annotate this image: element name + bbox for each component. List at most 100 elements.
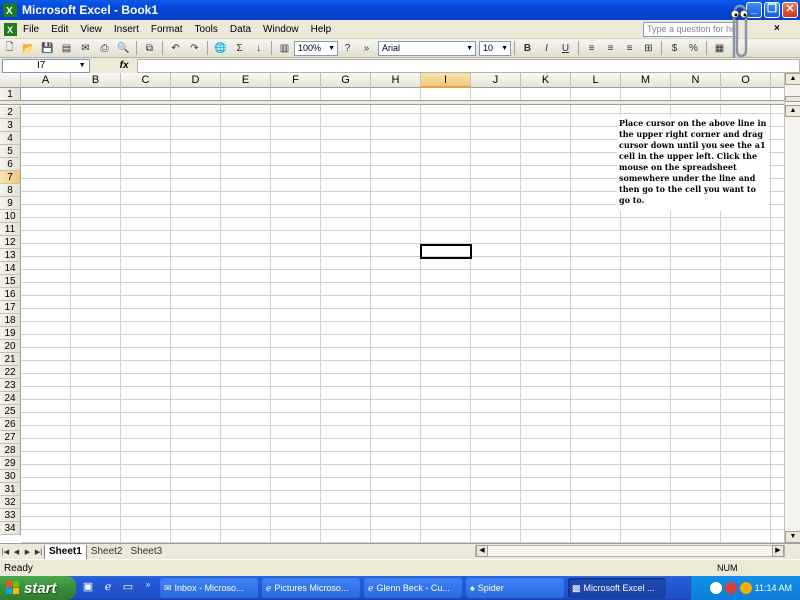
menu-format[interactable]: Format <box>145 24 189 35</box>
row-header[interactable]: 17 <box>0 301 21 314</box>
active-cell-i7[interactable] <box>420 244 472 259</box>
zoom-select[interactable]: 100% ▼ <box>294 40 338 56</box>
sort-ascending-icon[interactable]: ↓ <box>250 40 267 56</box>
row-header[interactable]: 2 <box>0 106 21 119</box>
menu-file[interactable]: File <box>17 24 45 35</box>
row-header[interactable]: 4 <box>0 132 21 145</box>
column-header-b[interactable]: B <box>71 73 121 88</box>
row-header[interactable]: 10 <box>0 210 21 223</box>
column-header-m[interactable]: M <box>621 73 671 88</box>
font-select[interactable]: Arial ▼ <box>378 40 476 56</box>
redo-icon[interactable]: ↷ <box>186 40 203 56</box>
task-pictures[interactable]: ℯ Pictures Microso... <box>262 578 360 598</box>
italic-icon[interactable]: I <box>538 40 555 56</box>
align-left-icon[interactable]: ≡ <box>583 40 600 56</box>
row-header[interactable]: 13 <box>0 249 21 262</box>
row-header[interactable]: 34 <box>0 522 21 535</box>
row-header[interactable]: 24 <box>0 392 21 405</box>
next-sheet-icon[interactable]: ▶ <box>22 548 33 556</box>
row-header[interactable]: 15 <box>0 275 21 288</box>
task-excel[interactable]: ▩ Microsoft Excel ... <box>568 578 666 598</box>
task-spider[interactable]: ♠ Spider <box>466 578 564 598</box>
row-header[interactable]: 14 <box>0 262 21 275</box>
task-inbox[interactable]: ✉ Inbox - Microso... <box>160 578 258 598</box>
workbook-close-icon[interactable]: × <box>774 23 780 34</box>
tray-network-icon[interactable] <box>739 582 752 594</box>
autosum-icon[interactable]: Σ <box>231 40 248 56</box>
scroll-left-icon[interactable]: ◀ <box>476 545 488 557</box>
row-header[interactable]: 16 <box>0 288 21 301</box>
ie-icon[interactable]: ℯ <box>100 580 116 596</box>
scroll-up-icon[interactable]: ▲ <box>785 105 800 117</box>
permission-icon[interactable]: ▤ <box>58 40 75 56</box>
column-header-j[interactable]: J <box>471 73 521 88</box>
office-assistant-clippy[interactable] <box>726 2 752 62</box>
first-sheet-icon[interactable]: |◀ <box>0 548 11 556</box>
new-icon[interactable]: 🗋 <box>1 40 18 56</box>
font-size-select[interactable]: 10 ▼ <box>479 40 511 56</box>
row-header[interactable]: 29 <box>0 457 21 470</box>
quicklaunch-more-icon[interactable]: » <box>140 580 156 596</box>
menu-window[interactable]: Window <box>257 24 305 35</box>
row-header[interactable]: 32 <box>0 496 21 509</box>
row-header[interactable]: 20 <box>0 340 21 353</box>
row-header[interactable]: 23 <box>0 379 21 392</box>
insert-function-icon[interactable]: fx <box>120 60 129 71</box>
row-header[interactable]: 3 <box>0 119 21 132</box>
percent-icon[interactable]: % <box>685 40 702 56</box>
print-icon[interactable]: ⎙ <box>96 40 113 56</box>
row-header[interactable]: 25 <box>0 405 21 418</box>
tab-sheet3[interactable]: Sheet3 <box>127 545 167 559</box>
row-header[interactable]: 18 <box>0 314 21 327</box>
save-icon[interactable]: 💾 <box>39 40 56 56</box>
undo-icon[interactable]: ↶ <box>167 40 184 56</box>
open-icon[interactable]: 📂 <box>20 40 37 56</box>
menu-data[interactable]: Data <box>224 24 257 35</box>
row-header[interactable]: 27 <box>0 431 21 444</box>
row-header[interactable]: 19 <box>0 327 21 340</box>
column-header-i[interactable]: I <box>421 73 471 88</box>
title-bar[interactable]: X Microsoft Excel - Book1 <box>0 0 800 20</box>
worksheet[interactable]: A B C D E F G H I J K L M N O 1 2 3 4 5 … <box>0 73 800 543</box>
help-icon[interactable]: ? <box>339 40 356 56</box>
formula-input[interactable] <box>136 58 800 73</box>
align-right-icon[interactable]: ≡ <box>621 40 638 56</box>
align-center-icon[interactable]: ≡ <box>602 40 619 56</box>
menu-edit[interactable]: Edit <box>45 24 74 35</box>
row-header[interactable]: 7 <box>0 171 21 184</box>
row-header[interactable]: 5 <box>0 145 21 158</box>
column-header-n[interactable]: N <box>671 73 721 88</box>
column-header-k[interactable]: K <box>521 73 571 88</box>
task-glenn-beck[interactable]: ℯ Glenn Beck - Cu... <box>364 578 462 598</box>
column-header-o[interactable]: O <box>721 73 771 88</box>
menu-tools[interactable]: Tools <box>189 24 224 35</box>
clock[interactable]: 11:14 AM <box>755 583 792 593</box>
tray-arrow-icon[interactable] <box>709 582 722 594</box>
split-box-handle[interactable] <box>785 96 800 102</box>
column-header-h[interactable]: H <box>371 73 421 88</box>
email-icon[interactable]: ✉ <box>77 40 94 56</box>
row-header[interactable]: 33 <box>0 509 21 522</box>
chart-wizard-icon[interactable]: ▥ <box>276 40 293 56</box>
tray-antivirus-icon[interactable] <box>724 582 737 594</box>
vertical-scrollbar[interactable]: ▲ ▲ ▼ <box>784 73 800 543</box>
row-header[interactable]: 8 <box>0 184 21 197</box>
column-header-a[interactable]: A <box>21 73 71 88</box>
menu-insert[interactable]: Insert <box>108 24 145 35</box>
row-header[interactable]: 21 <box>0 353 21 366</box>
print-preview-icon[interactable]: 🔍 <box>115 40 132 56</box>
scroll-up-icon[interactable]: ▲ <box>785 73 800 85</box>
column-header-d[interactable]: D <box>171 73 221 88</box>
column-header-g[interactable]: G <box>321 73 371 88</box>
close-button[interactable]: ✕ <box>782 2 798 18</box>
column-header-f[interactable]: F <box>271 73 321 88</box>
select-all-corner[interactable] <box>0 73 21 88</box>
currency-icon[interactable]: $ <box>666 40 683 56</box>
row-header[interactable]: 26 <box>0 418 21 431</box>
toolbar-options-icon[interactable]: » <box>358 40 375 56</box>
horizontal-scrollbar[interactable]: ◀ ▶ <box>475 545 785 557</box>
scroll-right-icon[interactable]: ▶ <box>772 545 784 557</box>
menu-help[interactable]: Help <box>305 24 338 35</box>
row-header[interactable]: 6 <box>0 158 21 171</box>
row-header[interactable]: 30 <box>0 470 21 483</box>
